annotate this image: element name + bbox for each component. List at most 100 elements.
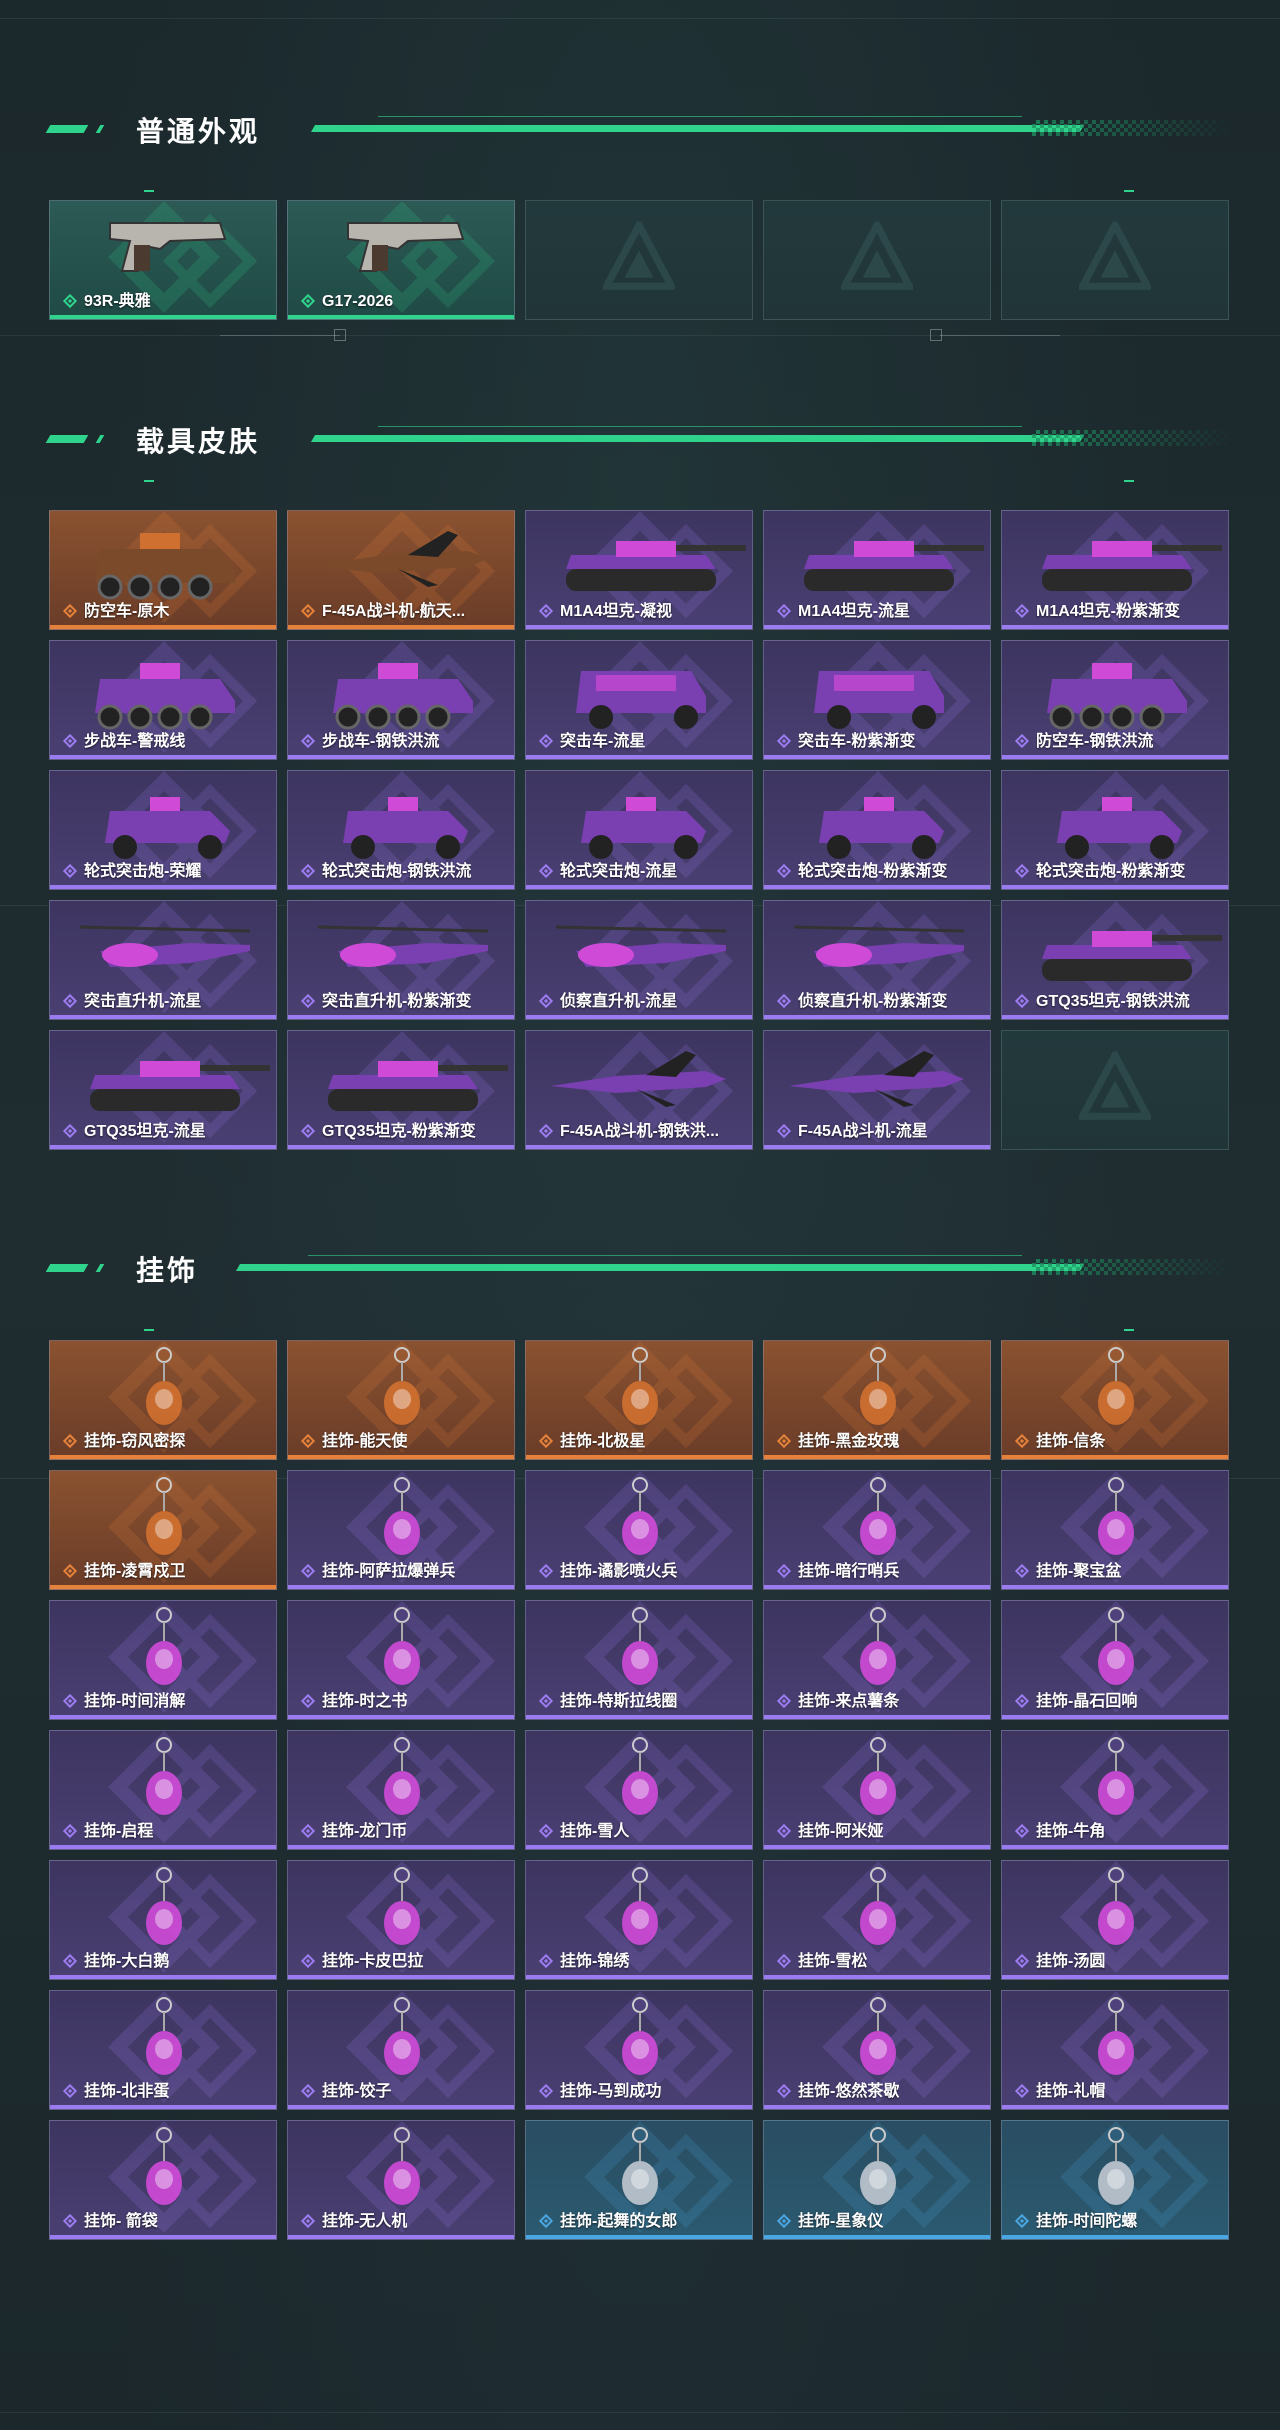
vehicle-card[interactable]: 防空车-钢铁洪流 bbox=[1001, 640, 1229, 760]
vehicle-card[interactable]: GTQ35坦克-粉紫渐变 bbox=[287, 1030, 515, 1150]
rarity-gem-icon bbox=[1014, 1953, 1030, 1969]
charm-card[interactable]: 挂饰-特斯拉线圈 bbox=[525, 1600, 753, 1720]
charm-card[interactable]: 挂饰-汤圆 bbox=[1001, 1860, 1229, 1980]
charm-card[interactable]: 挂饰-时间陀螺 bbox=[1001, 2120, 1229, 2240]
charm-card[interactable]: 挂饰-谲影喷火兵 bbox=[525, 1470, 753, 1590]
charm-card[interactable]: 挂饰-龙门币 bbox=[287, 1730, 515, 1850]
charm-card[interactable]: 挂饰-大白鹅 bbox=[49, 1860, 277, 1980]
charm-card[interactable]: 挂饰-时间消解 bbox=[49, 1600, 277, 1720]
vehicle-card[interactable]: 突击直升机-流星 bbox=[49, 900, 277, 1020]
charm-card[interactable]: 挂饰-能天使 bbox=[287, 1340, 515, 1460]
charm-card[interactable]: 挂饰-启程 bbox=[49, 1730, 277, 1850]
charm-card[interactable]: 挂饰-礼帽 bbox=[1001, 1990, 1229, 2110]
item-label: 防空车-钢铁洪流 bbox=[1036, 733, 1154, 750]
vehicle-card[interactable]: 轮式突击炮-钢铁洪流 bbox=[287, 770, 515, 890]
normal-card[interactable]: 93R-典雅 bbox=[49, 200, 277, 320]
vehicle-card[interactable]: 突击车-粉紫渐变 bbox=[763, 640, 991, 760]
vehicle-card[interactable]: 步战车-钢铁洪流 bbox=[287, 640, 515, 760]
item-label: 挂饰- 箭袋 bbox=[84, 2213, 158, 2230]
rarity-bar bbox=[50, 1455, 276, 1459]
header-tick bbox=[1124, 480, 1134, 482]
charm-card[interactable]: 挂饰- 箭袋 bbox=[49, 2120, 277, 2240]
charm-card[interactable]: 挂饰-信条 bbox=[1001, 1340, 1229, 1460]
vehicle-card[interactable]: 防空车-原木 bbox=[49, 510, 277, 630]
vehicle-card[interactable]: 侦察直升机-流星 bbox=[525, 900, 753, 1020]
charm-card[interactable]: 挂饰-雪松 bbox=[763, 1860, 991, 1980]
rarity-bar bbox=[288, 1845, 514, 1849]
divider-line bbox=[0, 335, 1280, 336]
item-label: 挂饰-特斯拉线圈 bbox=[560, 1693, 678, 1710]
section-title: 普通外观 bbox=[136, 116, 261, 147]
charm-card[interactable]: 挂饰-晶石回响 bbox=[1001, 1600, 1229, 1720]
rarity-bar bbox=[764, 1845, 990, 1849]
logo-watermark-icon bbox=[1076, 1047, 1154, 1129]
rarity-bar bbox=[288, 2105, 514, 2109]
charm-card[interactable]: 挂饰-北非蛋 bbox=[49, 1990, 277, 2110]
charm-card[interactable]: 挂饰-暗行哨兵 bbox=[763, 1470, 991, 1590]
rarity-gem-icon bbox=[1014, 993, 1030, 1009]
rarity-bar bbox=[1002, 1975, 1228, 1979]
item-label: 突击车-流星 bbox=[560, 733, 646, 750]
rarity-bar bbox=[1002, 2105, 1228, 2109]
vehicle-card[interactable]: GTQ35坦克-流星 bbox=[49, 1030, 277, 1150]
rarity-gem-icon bbox=[62, 293, 78, 309]
rarity-bar bbox=[288, 1455, 514, 1459]
charm-card[interactable]: 挂饰-聚宝盆 bbox=[1001, 1470, 1229, 1590]
normal-card[interactable]: G17-2026 bbox=[287, 200, 515, 320]
vehicle-card[interactable]: M1A4坦克-粉紫渐变 bbox=[1001, 510, 1229, 630]
vehicle-card[interactable]: F-45A战斗机-钢铁洪... bbox=[525, 1030, 753, 1150]
ruler-box bbox=[930, 329, 942, 341]
charm-card[interactable]: 挂饰-雪人 bbox=[525, 1730, 753, 1850]
vehicle-card[interactable]: F-45A战斗机-流星 bbox=[763, 1030, 991, 1150]
charm-card[interactable]: 挂饰-阿萨拉爆弹兵 bbox=[287, 1470, 515, 1590]
empty-slot bbox=[1001, 200, 1229, 320]
rarity-gem-icon bbox=[62, 2213, 78, 2229]
vehicle-card[interactable]: 轮式突击炮-粉紫渐变 bbox=[763, 770, 991, 890]
rarity-gem-icon bbox=[300, 1693, 316, 1709]
vehicle-card[interactable]: M1A4坦克-流星 bbox=[763, 510, 991, 630]
charm-card[interactable]: 挂饰-北极星 bbox=[525, 1340, 753, 1460]
empty-slot bbox=[1001, 1030, 1229, 1150]
charm-card[interactable]: 挂饰-星象仪 bbox=[763, 2120, 991, 2240]
item-label: 挂饰-大白鹅 bbox=[84, 1953, 170, 1970]
item-label: F-45A战斗机-流星 bbox=[798, 1123, 928, 1140]
vehicle-card[interactable]: 轮式突击炮-荣耀 bbox=[49, 770, 277, 890]
charm-card[interactable]: 挂饰-卡皮巴拉 bbox=[287, 1860, 515, 1980]
rarity-bar bbox=[50, 625, 276, 629]
item-label: 防空车-原木 bbox=[84, 603, 170, 620]
vehicle-card[interactable]: 侦察直升机-粉紫渐变 bbox=[763, 900, 991, 1020]
vehicle-card[interactable]: 轮式突击炮-流星 bbox=[525, 770, 753, 890]
charm-card[interactable]: 挂饰-无人机 bbox=[287, 2120, 515, 2240]
charm-card[interactable]: 挂饰-黑金玫瑰 bbox=[763, 1340, 991, 1460]
rarity-gem-icon bbox=[538, 1433, 554, 1449]
charm-card[interactable]: 挂饰-来点薯条 bbox=[763, 1600, 991, 1720]
vehicle-card[interactable]: 突击直升机-粉紫渐变 bbox=[287, 900, 515, 1020]
charm-card[interactable]: 挂饰-饺子 bbox=[287, 1990, 515, 2110]
item-label: F-45A战斗机-航天... bbox=[322, 603, 466, 620]
item-label: 挂饰-雪松 bbox=[798, 1953, 868, 1970]
charm-card[interactable]: 挂饰-阿米娅 bbox=[763, 1730, 991, 1850]
charm-card[interactable]: 挂饰-凌霄戍卫 bbox=[49, 1470, 277, 1590]
vehicle-card[interactable]: 轮式突击炮-粉紫渐变 bbox=[1001, 770, 1229, 890]
charm-card[interactable]: 挂饰-马到成功 bbox=[525, 1990, 753, 2110]
charm-card[interactable]: 挂饰-锦绣 bbox=[525, 1860, 753, 1980]
item-label: 挂饰-北极星 bbox=[560, 1433, 646, 1450]
charm-card[interactable]: 挂饰-牛角 bbox=[1001, 1730, 1229, 1850]
charm-card[interactable]: 挂饰-起舞的女郎 bbox=[525, 2120, 753, 2240]
rarity-gem-icon bbox=[300, 863, 316, 879]
rarity-gem-icon bbox=[776, 1693, 792, 1709]
vehicle-card[interactable]: F-45A战斗机-航天... bbox=[287, 510, 515, 630]
rarity-gem-icon bbox=[62, 2083, 78, 2099]
rarity-bar bbox=[50, 1145, 276, 1149]
item-label: GTQ35坦克-粉紫渐变 bbox=[322, 1123, 476, 1140]
charm-card[interactable]: 挂饰-窃风密探 bbox=[49, 1340, 277, 1460]
vehicle-card[interactable]: GTQ35坦克-钢铁洪流 bbox=[1001, 900, 1229, 1020]
vehicle-card[interactable]: M1A4坦克-凝视 bbox=[525, 510, 753, 630]
charm-card[interactable]: 挂饰-时之书 bbox=[287, 1600, 515, 1720]
charm-card[interactable]: 挂饰-悠然茶歇 bbox=[763, 1990, 991, 2110]
item-label: 挂饰-悠然茶歇 bbox=[798, 2083, 900, 2100]
vehicle-card[interactable]: 突击车-流星 bbox=[525, 640, 753, 760]
header-tick bbox=[144, 480, 154, 482]
empty-slot bbox=[763, 200, 991, 320]
vehicle-card[interactable]: 步战车-警戒线 bbox=[49, 640, 277, 760]
